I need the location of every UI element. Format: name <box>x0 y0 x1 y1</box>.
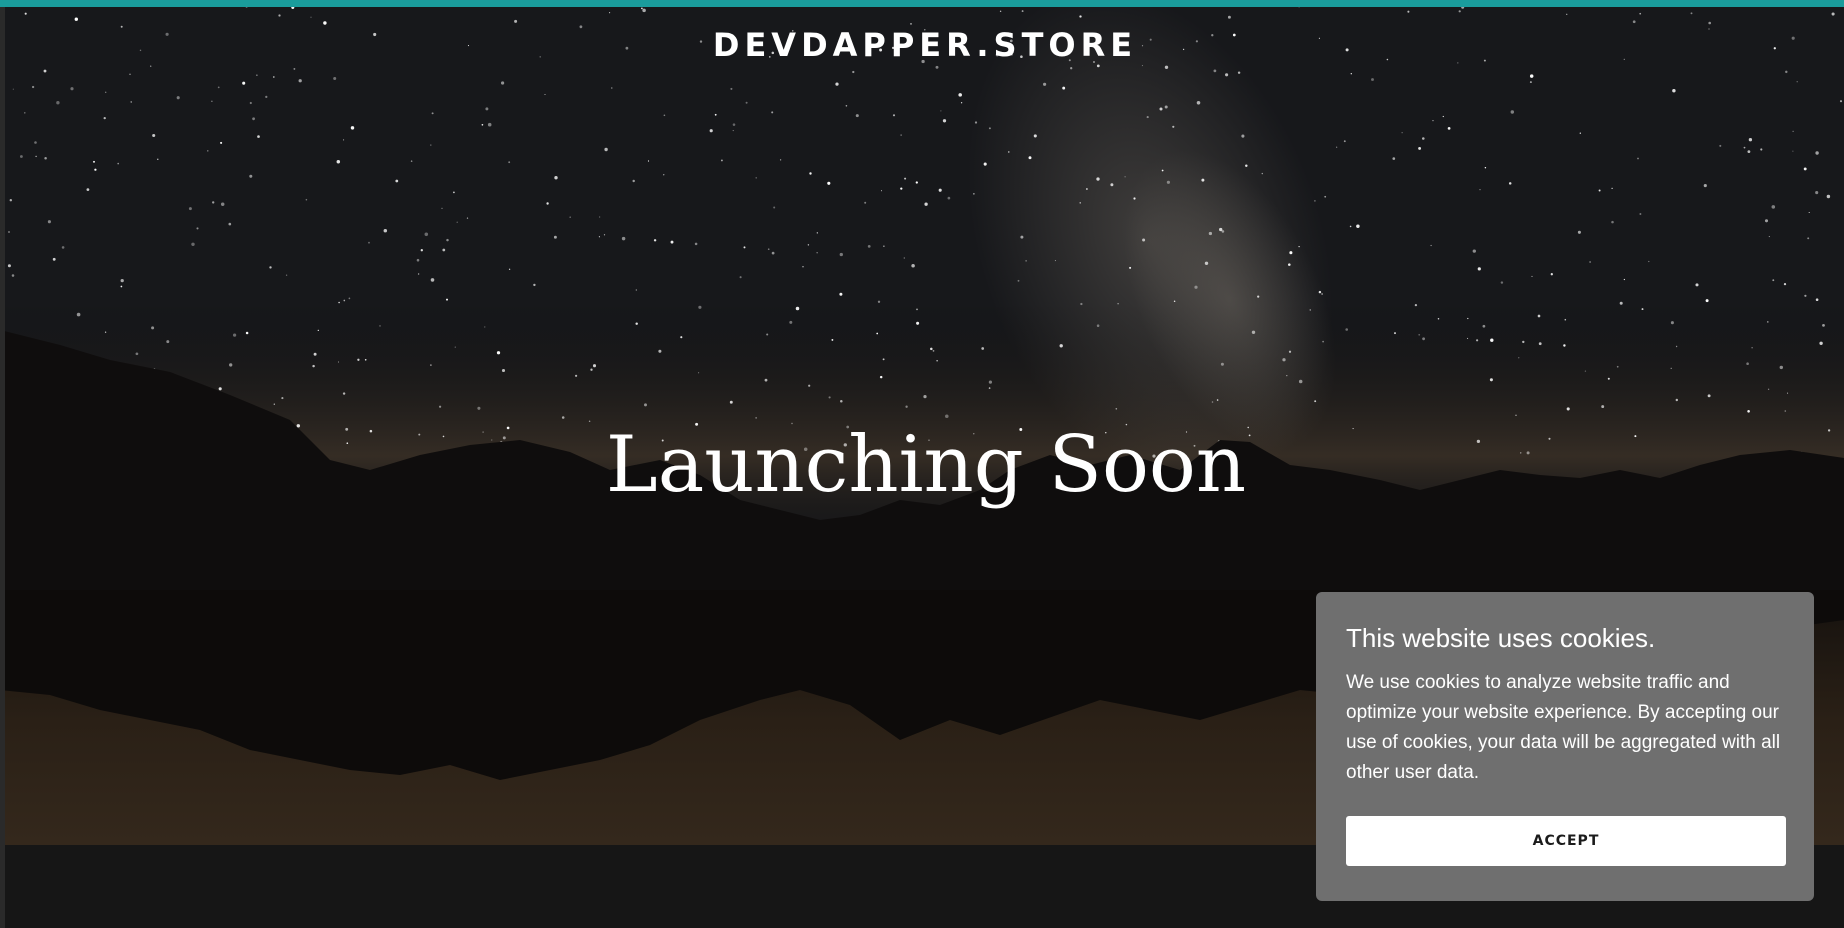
cookie-consent-banner: This website uses cookies. We use cookie… <box>1316 592 1814 901</box>
page: DEVDAPPER.STORE Launching Soon This webs… <box>0 0 1844 928</box>
accent-top-bar <box>0 0 1844 7</box>
launching-soon-headline: Launching Soon <box>605 420 1247 510</box>
cookie-banner-message: We use cookies to analyze website traffi… <box>1346 672 1781 783</box>
cookie-banner-title: This website uses cookies. <box>1346 623 1656 653</box>
site-brand-title[interactable]: DEVDAPPER.STORE <box>0 26 1844 64</box>
left-edge-border <box>0 0 5 928</box>
accept-cookies-button[interactable]: ACCEPT <box>1346 816 1786 866</box>
